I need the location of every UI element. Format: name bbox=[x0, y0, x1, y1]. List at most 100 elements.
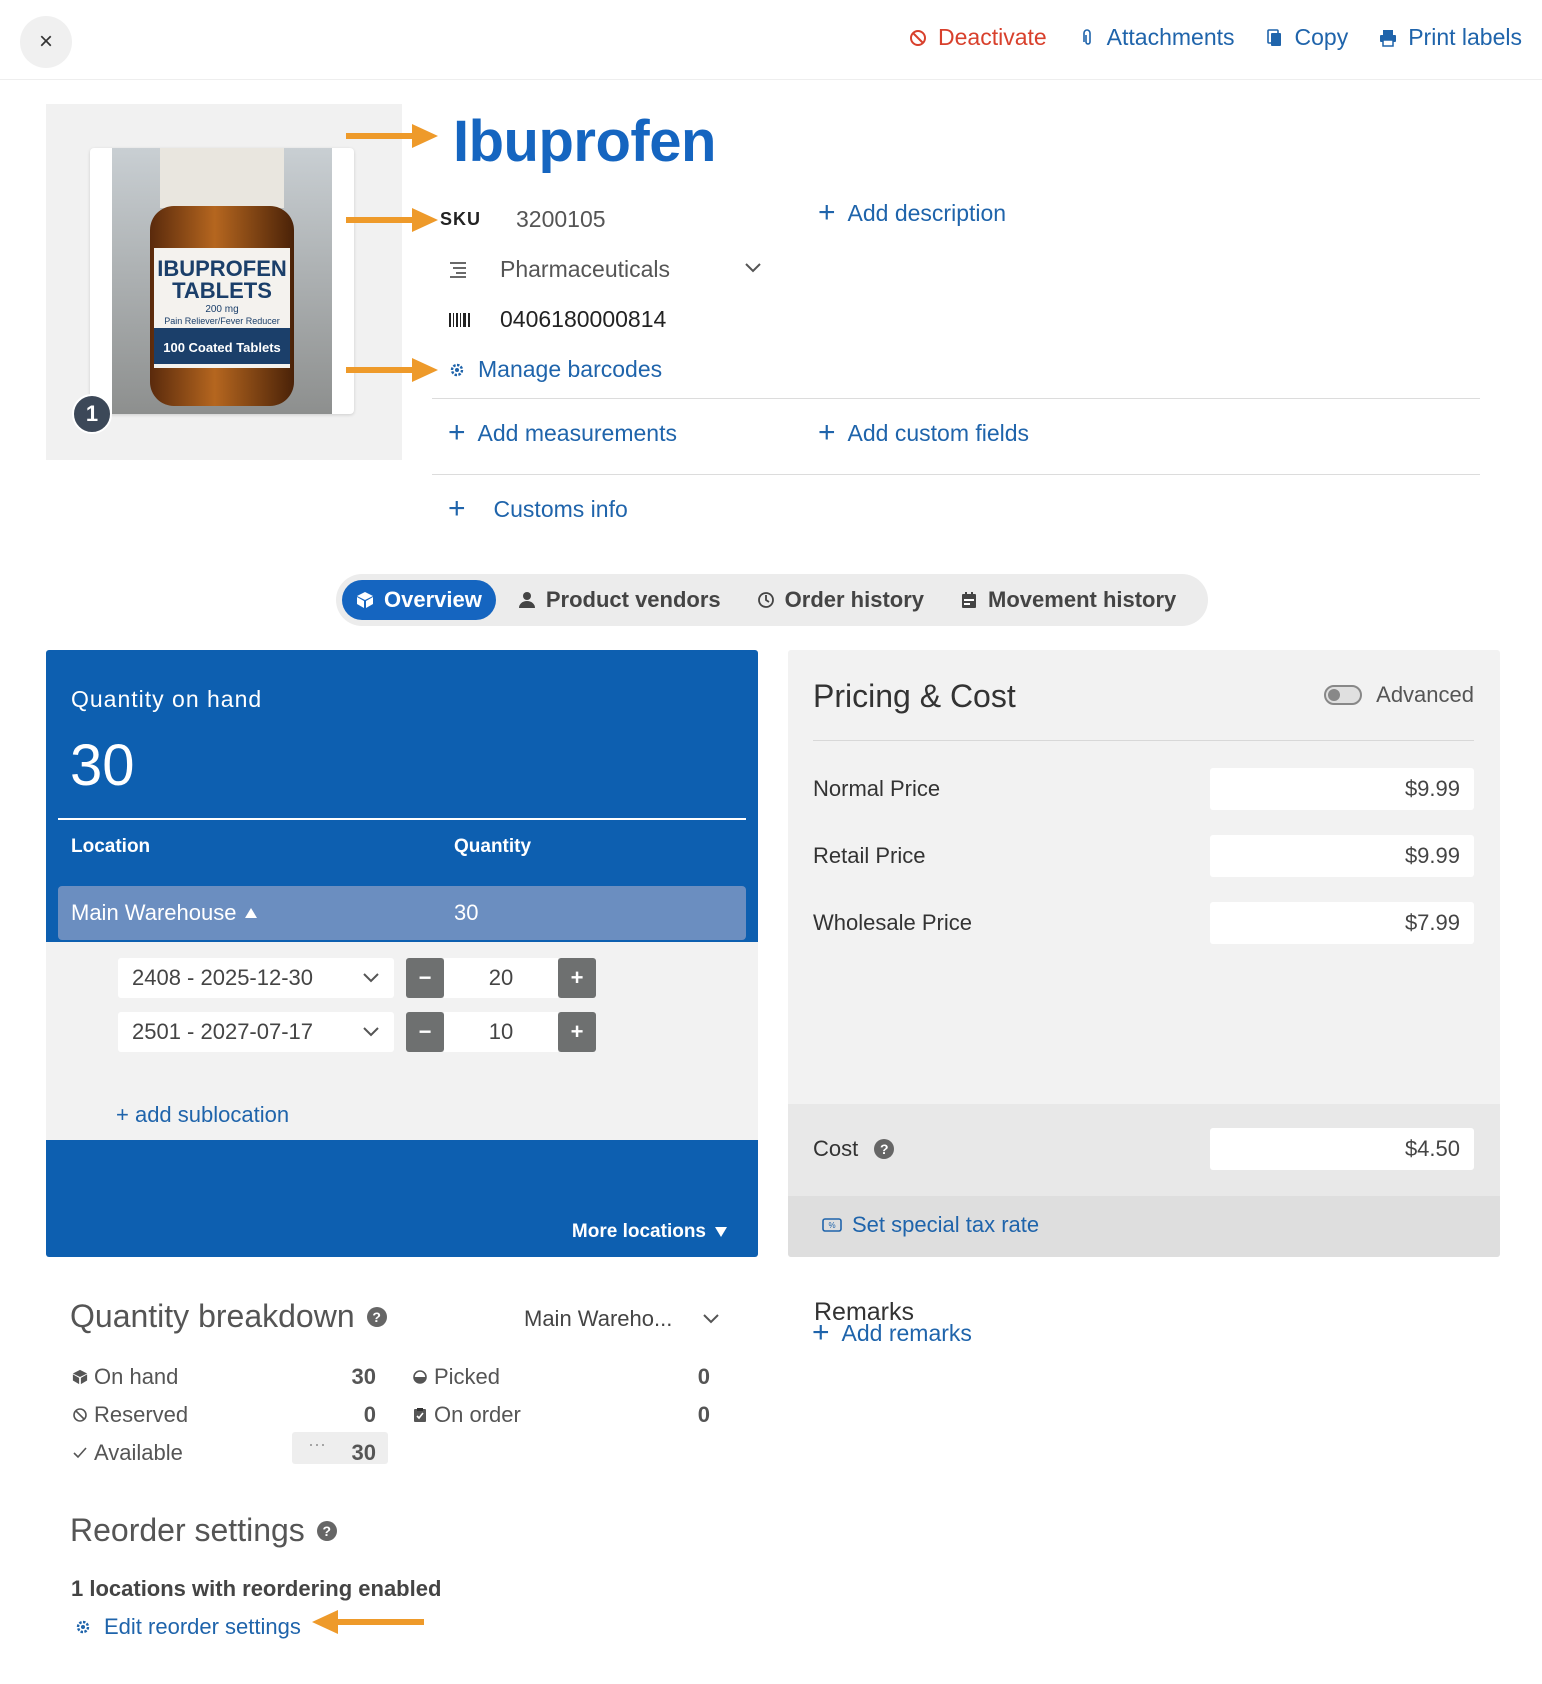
toggle-switch[interactable] bbox=[1324, 685, 1363, 705]
manage-barcodes-label: Manage barcodes bbox=[478, 356, 663, 382]
tax-tag-icon: % bbox=[822, 1218, 842, 1232]
reorder-summary: 1 locations with reordering enabled bbox=[71, 1576, 442, 1601]
tab-product-vendors[interactable]: Product vendors bbox=[504, 580, 735, 620]
price-label: Wholesale Price bbox=[813, 910, 972, 935]
add-measurements-label: Add measurements bbox=[477, 419, 677, 446]
copy-label: Copy bbox=[1294, 24, 1349, 50]
print-labels-button[interactable]: Print labels bbox=[1378, 24, 1522, 51]
image-count-badge: 1 bbox=[72, 394, 112, 434]
deactivate-label: Deactivate bbox=[938, 24, 1047, 50]
help-icon[interactable]: ? bbox=[316, 1520, 337, 1541]
price-row-retail: Retail Price $9.99 bbox=[813, 835, 1474, 877]
sublocation-select[interactable]: 2408 - 2025-12-30 bbox=[118, 958, 394, 998]
price-row-wholesale: Wholesale Price $7.99 bbox=[813, 902, 1474, 944]
edit-reorder-settings-link[interactable]: Edit reorder settings bbox=[74, 1614, 301, 1640]
retail-price-input[interactable]: $9.99 bbox=[1210, 835, 1474, 877]
close-button[interactable]: × bbox=[20, 16, 72, 68]
add-custom-fields-link[interactable]: + Add custom fields bbox=[818, 418, 1029, 448]
increment-button[interactable]: + bbox=[558, 958, 596, 998]
tab-overview[interactable]: Overview bbox=[342, 580, 496, 620]
add-sublocation-link[interactable]: + add sublocation bbox=[116, 1102, 289, 1128]
reserved-item: Reserved bbox=[72, 1402, 188, 1428]
available-label: Available bbox=[94, 1440, 183, 1465]
product-image[interactable]: IBUPROFEN TABLETS 200 mg Pain Reliever/F… bbox=[90, 148, 354, 414]
set-tax-rate-link[interactable]: % Set special tax rate bbox=[822, 1212, 1039, 1238]
help-icon[interactable]: ? bbox=[874, 1139, 895, 1159]
product-image-panel[interactable]: IBUPROFEN TABLETS 200 mg Pain Reliever/F… bbox=[46, 104, 402, 460]
add-description-link[interactable]: + Add description bbox=[818, 198, 1006, 228]
cost-label: Cost bbox=[813, 1136, 859, 1161]
help-icon[interactable]: ? bbox=[366, 1306, 387, 1327]
quantity-on-hand-panel: Quantity on hand 30 Location Quantity Ma… bbox=[46, 650, 758, 1257]
sublocation-quantity[interactable]: 20 bbox=[444, 958, 558, 998]
caret-up-icon bbox=[245, 908, 258, 918]
clock-icon bbox=[757, 592, 774, 608]
tax-section: % Set special tax rate bbox=[788, 1196, 1500, 1257]
sublocation-quantity[interactable]: 10 bbox=[444, 1012, 558, 1052]
add-remarks-label: Add remarks bbox=[841, 1319, 972, 1346]
chevron-down-icon bbox=[363, 973, 379, 983]
plus-icon: + bbox=[448, 416, 466, 449]
manage-barcodes-link[interactable]: Manage barcodes bbox=[448, 356, 662, 383]
chevron-down-icon bbox=[703, 1314, 719, 1324]
tab-movement-history[interactable]: Movement history bbox=[946, 580, 1190, 620]
normal-price-input[interactable]: $9.99 bbox=[1210, 768, 1474, 810]
quantity-stepper: − 20 + bbox=[406, 958, 596, 998]
sublocation-select[interactable]: 2501 - 2027-07-17 bbox=[118, 1012, 394, 1052]
sublocation-label: 2408 - 2025-12-30 bbox=[132, 965, 314, 990]
picked-item: Picked bbox=[412, 1364, 500, 1390]
barcode-value[interactable]: 0406180000814 bbox=[500, 306, 666, 333]
person-icon bbox=[518, 592, 535, 608]
reorder-settings-title: Reorder settings ? bbox=[70, 1512, 337, 1549]
set-tax-rate-label: Set special tax rate bbox=[852, 1212, 1040, 1237]
top-actions: Deactivate Attachments Copy Print labels bbox=[908, 24, 1522, 51]
location-row[interactable]: Main Warehouse 30 bbox=[58, 886, 746, 940]
wholesale-price-input[interactable]: $7.99 bbox=[1210, 902, 1474, 944]
clipboard-icon bbox=[414, 1408, 426, 1422]
on-order-item: On order bbox=[412, 1402, 521, 1428]
attachments-button[interactable]: Attachments bbox=[1077, 24, 1235, 51]
edit-reorder-settings-label: Edit reorder settings bbox=[104, 1614, 301, 1639]
category-icon bbox=[440, 261, 500, 279]
customs-info-link[interactable]: + Customs info bbox=[448, 494, 628, 524]
increment-button[interactable]: + bbox=[558, 1012, 596, 1052]
available-value: 30 bbox=[351, 1440, 376, 1465]
bottle-use-text: Pain Reliever/Fever Reducer bbox=[164, 316, 280, 326]
category-row[interactable]: Pharmaceuticals bbox=[440, 256, 762, 283]
bottle-count-text: 100 Coated Tablets bbox=[163, 340, 281, 355]
product-title[interactable]: Ibuprofen bbox=[453, 108, 716, 175]
decrement-button[interactable]: − bbox=[406, 1012, 444, 1052]
svg-text:%: % bbox=[828, 1221, 835, 1230]
on-order-label: On order bbox=[434, 1402, 521, 1427]
advanced-toggle[interactable]: Advanced bbox=[1324, 682, 1474, 708]
bottle-strength-text: 200 mg bbox=[205, 304, 238, 315]
more-locations-button[interactable]: More locations bbox=[572, 1221, 728, 1243]
add-remarks-link[interactable]: + Add remarks bbox=[812, 1318, 972, 1348]
on-hand-label: On hand bbox=[94, 1364, 179, 1389]
cost-input[interactable]: $4.50 bbox=[1210, 1128, 1474, 1170]
sku-value[interactable]: 3200105 bbox=[516, 206, 606, 233]
location-name-label: Main Warehouse bbox=[71, 900, 237, 925]
gear-icon bbox=[76, 1620, 90, 1634]
deactivate-button[interactable]: Deactivate bbox=[908, 24, 1047, 51]
copy-button[interactable]: Copy bbox=[1265, 24, 1349, 51]
decrement-button[interactable]: − bbox=[406, 958, 444, 998]
close-icon: × bbox=[38, 28, 53, 55]
tab-bar: Overview Product vendors Order history M… bbox=[336, 574, 1208, 626]
box-icon bbox=[357, 592, 373, 608]
quantity-breakdown-label: Quantity breakdown bbox=[70, 1298, 355, 1334]
quantity-column-header: Quantity bbox=[454, 836, 532, 857]
picked-label: Picked bbox=[434, 1364, 501, 1389]
print-labels-label: Print labels bbox=[1408, 24, 1522, 50]
divider bbox=[432, 398, 1480, 399]
breakdown-location-select[interactable]: Main Wareho... bbox=[524, 1306, 720, 1332]
customs-info-label: Customs info bbox=[493, 495, 628, 522]
add-measurements-link[interactable]: + Add measurements bbox=[448, 418, 677, 448]
reserved-value: 0 bbox=[363, 1402, 376, 1427]
half-circle-icon bbox=[413, 1370, 427, 1384]
divider bbox=[813, 740, 1474, 741]
printer-icon bbox=[1380, 29, 1397, 47]
tab-order-history[interactable]: Order history bbox=[743, 580, 938, 620]
attachments-label: Attachments bbox=[1106, 24, 1235, 50]
check-icon bbox=[73, 1447, 87, 1459]
